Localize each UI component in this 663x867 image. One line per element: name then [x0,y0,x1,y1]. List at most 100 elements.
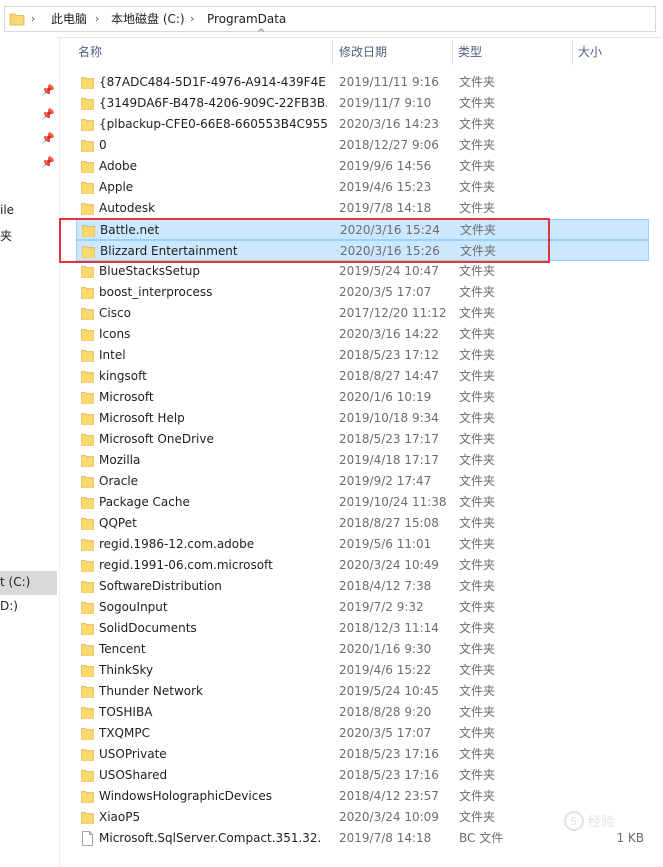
folder-icon [81,327,94,342]
chevron-right-icon[interactable]: › [190,7,194,31]
crumb-programdata[interactable]: ProgramData [207,7,286,31]
file-row[interactable]: regid.1991-06.com.microsoft 2020/3/24 10:… [76,555,649,576]
file-row[interactable]: Intel 2018/5/23 17:12 文件夹 [76,345,649,366]
file-row[interactable]: Oracle 2019/9/2 17:47 文件夹 [76,471,649,492]
file-name: Microsoft [99,390,154,404]
file-type: 文件夹 [459,159,496,173]
file-row[interactable]: SoftwareDistribution 2018/4/12 7:38 文件夹 [76,576,649,597]
file-row[interactable]: Mozilla 2019/4/18 17:17 文件夹 [76,450,649,471]
file-row[interactable]: Icons 2020/3/16 14:22 文件夹 [76,324,649,345]
file-type: 文件夹 [459,306,496,320]
column-name[interactable]: 名称 [78,37,102,67]
crumb-this-pc[interactable]: 此电脑 [51,7,87,31]
file-row[interactable]: Tencent 2020/1/16 9:30 文件夹 [76,639,649,660]
nav-item-drive-c[interactable]: t (C:) [0,575,30,589]
file-row[interactable]: Package Cache 2019/10/24 11:38 文件夹 [76,492,649,513]
column-separator[interactable] [452,39,453,65]
pin-icon[interactable]: 📌 [41,132,55,146]
column-size[interactable]: 大小 [578,37,602,67]
folder-icon [81,579,94,594]
file-row[interactable]: ThinkSky 2019/4/6 15:22 文件夹 [76,660,649,681]
file-name: SolidDocuments [99,621,197,635]
file-row[interactable]: {plbackup-CFE0-66E8-660553B4C955} 2020/3/… [76,114,649,135]
folder-icon [81,726,94,741]
chevron-right-icon[interactable]: › [95,7,99,31]
file-type: 文件夹 [459,285,496,299]
file-size [579,534,644,555]
file-name: TXQMPC [99,726,150,740]
file-type: 文件夹 [459,810,496,824]
file-row[interactable]: SolidDocuments 2018/12/3 11:14 文件夹 [76,618,649,639]
file-row[interactable]: WindowsHolographicDevices 2018/4/12 23:57… [76,786,649,807]
file-row[interactable]: Thunder Network 2019/5/24 10:45 文件夹 [76,681,649,702]
folder-icon [81,516,94,531]
file-row[interactable]: TXQMPC 2020/3/5 17:07 文件夹 [76,723,649,744]
file-type: 文件夹 [459,684,496,698]
file-row[interactable]: TOSHIBA 2018/8/28 9:20 文件夹 [76,702,649,723]
folder-icon [81,432,94,447]
file-row[interactable]: Apple 2019/4/6 15:23 文件夹 [76,177,649,198]
file-size [579,744,644,765]
file-type: 文件夹 [459,117,496,131]
chevron-right-icon[interactable]: › [31,7,35,31]
pin-icon[interactable]: 📌 [41,156,55,170]
file-row[interactable]: kingsoft 2018/8/27 14:47 文件夹 [76,366,649,387]
file-name: Microsoft OneDrive [99,432,214,446]
folder-icon [81,495,94,510]
file-type: 文件夹 [459,516,496,530]
pin-icon[interactable]: 📌 [41,108,55,122]
file-row[interactable]: BlueStacksSetup 2019/5/24 10:47 文件夹 [76,261,649,282]
file-row[interactable]: USOShared 2018/5/23 17:16 文件夹 [76,765,649,786]
file-name: Icons [99,327,131,341]
pin-icon[interactable]: 📌 [41,84,55,98]
file-size [579,198,644,219]
folder-icon [81,663,94,678]
nav-item[interactable]: 夹 [0,227,12,244]
file-type: 文件夹 [459,264,496,278]
column-date-modified[interactable]: 修改日期 [339,37,387,67]
file-name: Tencent [99,642,146,656]
file-row[interactable]: boost_interprocess 2020/3/5 17:07 文件夹 [76,282,649,303]
column-separator[interactable] [572,39,573,65]
file-row[interactable]: Autodesk 2019/7/8 14:18 文件夹 [76,198,649,219]
folder-icon [81,705,94,720]
folder-icon [81,306,94,321]
file-size [579,93,644,114]
pane-divider[interactable] [59,37,60,867]
file-size [579,261,644,282]
folder-icon [81,537,94,552]
file-size [579,681,644,702]
file-name: SogouInput [99,600,168,614]
crumb-local-disk[interactable]: 本地磁盘 (C:) [111,7,185,31]
file-row[interactable]: regid.1986-12.com.adobe 2019/5/6 11:01 文件夹 [76,534,649,555]
file-date-modified: 2018/12/27 9:06 [339,138,439,152]
file-name: USOShared [99,768,168,782]
file-name: Package Cache [99,495,190,509]
file-row[interactable]: Adobe 2019/9/6 14:56 文件夹 [76,156,649,177]
file-size [579,408,644,429]
file-type: 文件夹 [459,411,496,425]
file-date-modified: 2018/8/28 9:20 [339,705,432,719]
column-separator[interactable] [332,39,333,65]
file-row[interactable]: Microsoft OneDrive 2018/5/23 17:17 文件夹 [76,429,649,450]
file-row[interactable]: QQPet 2018/8/27 15:08 文件夹 [76,513,649,534]
nav-item-drive-d[interactable]: D:) [0,599,18,613]
file-row[interactable]: {87ADC484-5D1F-4976-A914-439F4E... 2019/1… [76,72,649,93]
file-row[interactable]: SogouInput 2019/7/2 9:32 文件夹 [76,597,649,618]
file-row[interactable]: {3149DA6F-B478-4206-909C-22FB3B... 2019/1… [76,93,649,114]
file-size [579,429,644,450]
file-row[interactable]: 0 2018/12/27 9:06 文件夹 [76,135,649,156]
file-row[interactable]: Microsoft Help 2019/10/18 9:34 文件夹 [76,408,649,429]
column-type[interactable]: 类型 [458,37,482,67]
file-date-modified: 2019/5/24 10:47 [339,264,439,278]
file-type: 文件夹 [459,327,496,341]
file-type: 文件夹 [459,642,496,656]
file-row[interactable]: USOPrivate 2018/5/23 17:16 文件夹 [76,744,649,765]
file-size [579,576,644,597]
address-input[interactable]: › 此电脑 › 本地磁盘 (C:) › ProgramData [4,6,656,32]
nav-item[interactable]: ile [0,203,14,217]
file-size [580,241,645,262]
file-row[interactable]: Cisco 2017/12/20 11:12 文件夹 [76,303,649,324]
file-row[interactable]: Microsoft 2020/1/6 10:19 文件夹 [76,387,649,408]
file-name: Autodesk [99,201,156,215]
